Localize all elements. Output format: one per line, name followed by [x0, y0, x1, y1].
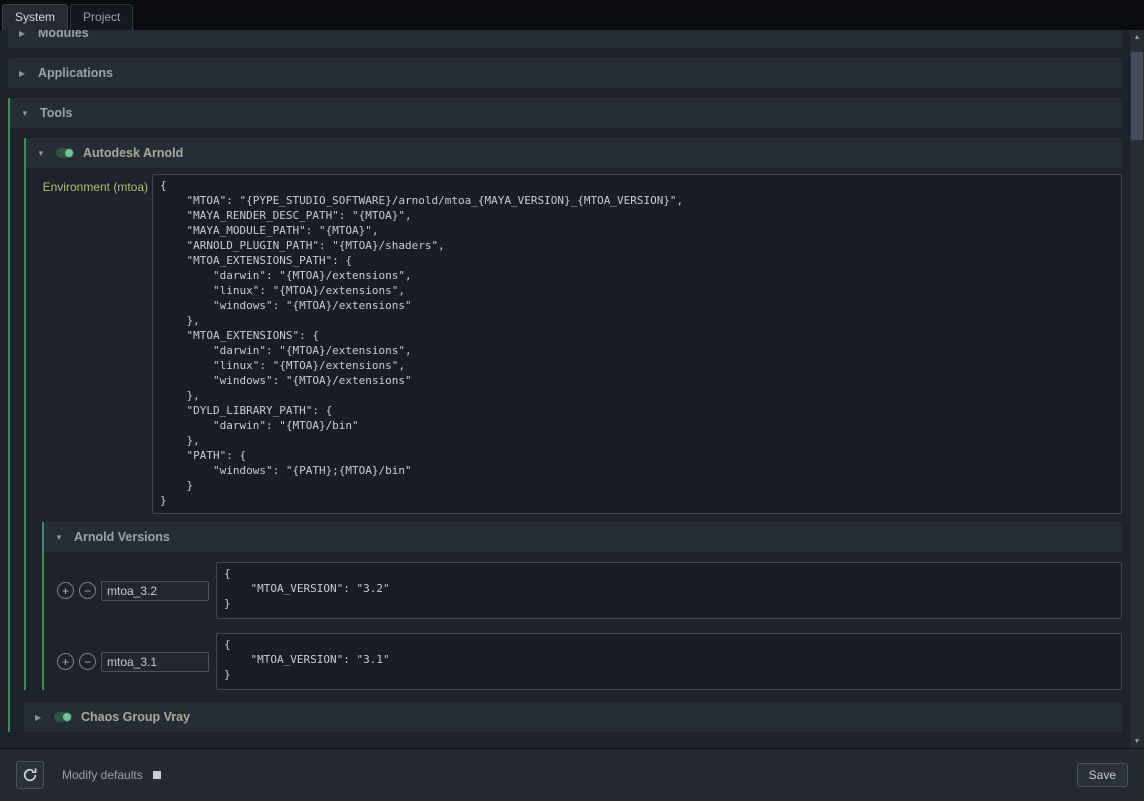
- scrollbar-track[interactable]: [1130, 44, 1144, 734]
- settings-scroll-area: ▶ Modules ▶ Applications ▼ Tools: [0, 30, 1130, 748]
- scrollbar-thumb[interactable]: [1131, 52, 1143, 140]
- section-header-chaos-group-vray[interactable]: ▶ Chaos Group Vray: [24, 702, 1122, 732]
- remove-version-button[interactable]: −: [79, 582, 96, 599]
- arrow-collapsed-icon: ▶: [35, 713, 45, 722]
- version-name-input[interactable]: [101, 652, 209, 672]
- environment-label: Environment (mtoa): [32, 174, 148, 514]
- tab-project[interactable]: Project: [70, 4, 133, 30]
- tab-system[interactable]: System: [2, 4, 68, 30]
- footer-bar: Modify defaults Save: [0, 748, 1144, 801]
- modify-defaults: Modify defaults: [62, 768, 161, 782]
- section-tools: ▼ Tools ▼ Autodesk Arnold Environment (m…: [8, 98, 1122, 732]
- version-row: + − { "MTOA_VERSION": "3.1" }: [57, 633, 1122, 690]
- section-header-modules[interactable]: ▶ Modules: [8, 30, 1122, 48]
- section-title-modules: Modules: [38, 30, 89, 40]
- tab-bar: System Project: [0, 0, 1144, 30]
- tool-enabled-toggle[interactable]: [54, 712, 72, 722]
- scroll-down-icon: ▼: [1134, 738, 1141, 745]
- section-title-autodesk-arnold: Autodesk Arnold: [83, 146, 183, 160]
- tool-enabled-toggle[interactable]: [56, 148, 74, 158]
- add-version-button[interactable]: +: [57, 582, 74, 599]
- environment-row: Environment (mtoa) { "MTOA": "{PYPE_STUD…: [32, 174, 1122, 514]
- version-json-editor[interactable]: { "MTOA_VERSION": "3.1" }: [216, 633, 1122, 690]
- scroll-up-button[interactable]: ▲: [1130, 30, 1144, 44]
- section-title-applications: Applications: [38, 66, 113, 80]
- version-row: + − { "MTOA_VERSION": "3.2" }: [57, 562, 1122, 619]
- vertical-scrollbar[interactable]: ▲ ▼: [1130, 30, 1144, 748]
- section-header-arnold-versions[interactable]: ▼ Arnold Versions: [44, 522, 1122, 552]
- modify-defaults-label: Modify defaults: [62, 768, 143, 782]
- section-autodesk-arnold: ▼ Autodesk Arnold Environment (mtoa) { "…: [24, 138, 1122, 690]
- scroll-up-icon: ▲: [1134, 34, 1141, 41]
- section-modules: ▶ Modules: [8, 30, 1122, 48]
- add-version-button[interactable]: +: [57, 653, 74, 670]
- refresh-icon: [22, 767, 38, 783]
- arrow-expanded-icon: ▼: [37, 149, 47, 158]
- section-title-chaos-group-vray: Chaos Group Vray: [81, 710, 190, 724]
- environment-json-editor[interactable]: { "MTOA": "{PYPE_STUDIO_SOFTWARE}/arnold…: [152, 174, 1122, 514]
- section-title-tools: Tools: [40, 106, 72, 120]
- section-title-arnold-versions: Arnold Versions: [74, 530, 170, 544]
- arrow-collapsed-icon: ▶: [19, 30, 29, 38]
- remove-version-button[interactable]: −: [79, 653, 96, 670]
- arrow-expanded-icon: ▼: [21, 109, 31, 118]
- section-applications: ▶ Applications: [8, 58, 1122, 88]
- save-button[interactable]: Save: [1077, 763, 1128, 787]
- settings-body: ▶ Modules ▶ Applications ▼ Tools: [0, 30, 1144, 748]
- version-json-editor[interactable]: { "MTOA_VERSION": "3.2" }: [216, 562, 1122, 619]
- version-name-input[interactable]: [101, 581, 209, 601]
- refresh-button[interactable]: [16, 761, 44, 789]
- section-arnold-versions: ▼ Arnold Versions + − { "MTOA_VERSION": …: [42, 522, 1122, 690]
- arrow-expanded-icon: ▼: [55, 533, 65, 542]
- section-header-tools[interactable]: ▼ Tools: [10, 98, 1122, 128]
- scroll-down-button[interactable]: ▼: [1130, 734, 1144, 748]
- section-header-applications[interactable]: ▶ Applications: [8, 58, 1122, 88]
- modify-defaults-checkbox[interactable]: [153, 771, 161, 779]
- arrow-collapsed-icon: ▶: [19, 69, 29, 78]
- settings-window: System Project ▶ Modules ▶ Applications: [0, 0, 1144, 801]
- section-header-autodesk-arnold[interactable]: ▼ Autodesk Arnold: [26, 138, 1122, 168]
